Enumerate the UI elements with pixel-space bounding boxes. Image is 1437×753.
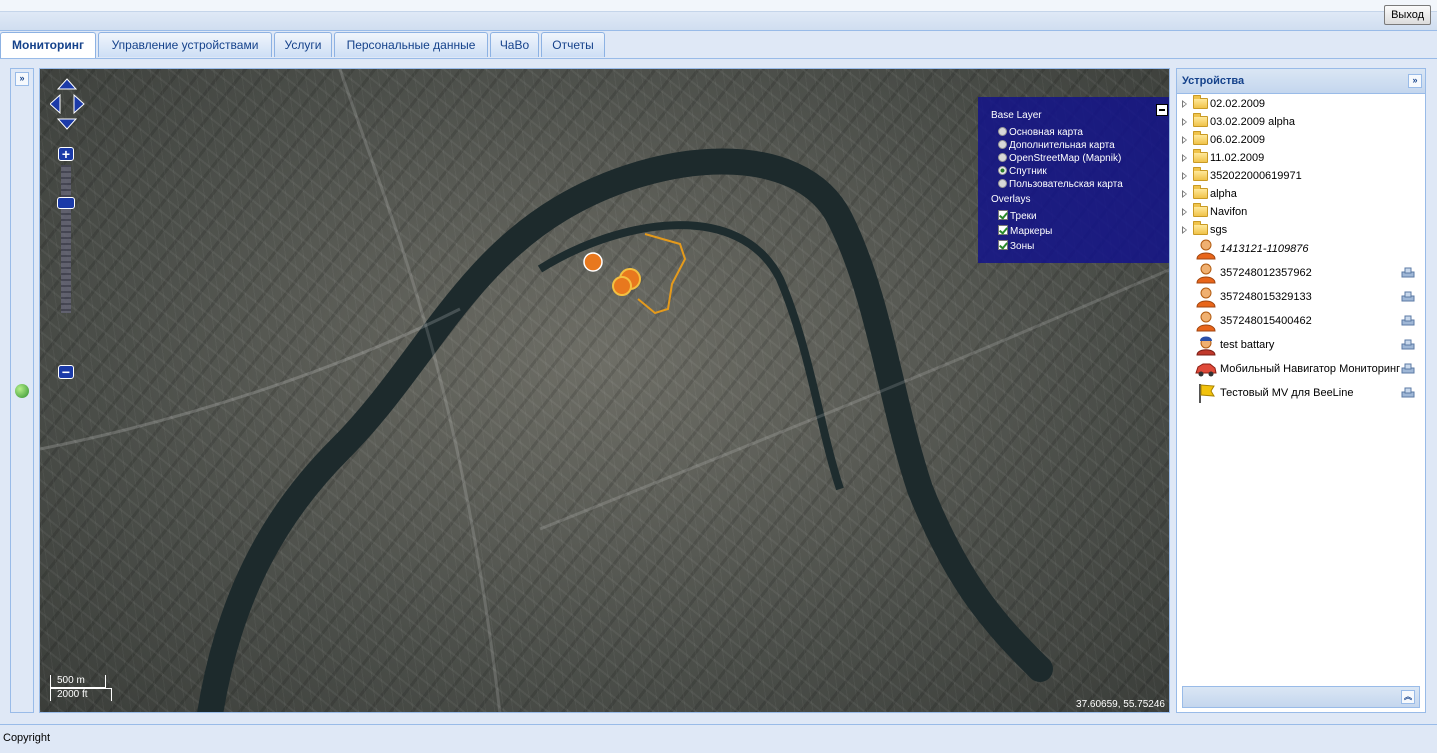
tree-folder[interactable]: 11.02.2009 xyxy=(1177,149,1425,167)
tree-folder[interactable]: 02.02.2009 xyxy=(1177,95,1425,113)
main-tabs: Мониторинг Управление устройствами Услуг… xyxy=(0,32,1437,59)
device-settings-icon[interactable] xyxy=(1401,315,1415,326)
expand-arrow-icon xyxy=(1182,118,1187,126)
expand-arrow-icon xyxy=(1182,136,1187,144)
devices-panel: Устройства » 02.02.2009 03.02.2009 alpha… xyxy=(1176,68,1426,713)
header-strip xyxy=(0,0,1437,12)
device-item[interactable]: 357248015329133 xyxy=(1177,285,1425,309)
zoom-slider-handle[interactable] xyxy=(57,197,75,209)
tab-services[interactable]: Услуги xyxy=(274,32,332,57)
tree-folder[interactable]: 06.02.2009 xyxy=(1177,131,1425,149)
expand-left-panel-icon[interactable]: » xyxy=(15,72,29,86)
device-item[interactable]: 357248012357962 xyxy=(1177,261,1425,285)
tree-folder[interactable]: alpha xyxy=(1177,185,1425,203)
tab-personal-data[interactable]: Персональные данные xyxy=(334,32,488,57)
logout-button[interactable]: Выход xyxy=(1384,5,1431,25)
folder-icon xyxy=(1193,131,1208,145)
tab-faq[interactable]: ЧаВо xyxy=(490,32,539,57)
folder-icon xyxy=(1193,221,1208,235)
device-settings-icon[interactable] xyxy=(1401,339,1415,350)
folder-icon xyxy=(1193,113,1208,127)
pan-control[interactable] xyxy=(50,77,90,137)
zoom-out-button[interactable]: − xyxy=(58,365,74,379)
overlay-checkbox-zones[interactable]: Зоны xyxy=(998,240,1034,253)
folder-icon xyxy=(1193,203,1208,217)
overlay-checkbox-markers[interactable]: Маркеры xyxy=(998,225,1052,238)
folder-icon xyxy=(1193,95,1208,109)
device-item[interactable]: Мобильный Навигатор Мониторинг xyxy=(1177,357,1425,381)
scale-imperial: 2000 ft xyxy=(50,688,112,701)
mouse-position: 37.60659, 55.75246 xyxy=(1076,699,1165,710)
tab-monitoring[interactable]: Мониторинг xyxy=(0,32,96,58)
base-layer-option[interactable]: OpenStreetMap (Mapnik) xyxy=(998,152,1121,165)
base-layer-option[interactable]: Дополнительная карта xyxy=(998,139,1115,152)
footer: Copyright xyxy=(0,724,1437,753)
zoom-in-button[interactable]: + xyxy=(58,147,74,161)
tree-folder[interactable]: 03.02.2009 alpha xyxy=(1177,113,1425,131)
base-layer-title: Base Layer xyxy=(991,110,1042,121)
tree-folder[interactable]: Navifon xyxy=(1177,203,1425,221)
person-icon xyxy=(1196,311,1216,332)
person-icon xyxy=(1196,263,1216,284)
globe-icon[interactable] xyxy=(15,384,29,398)
tab-reports[interactable]: Отчеты xyxy=(541,32,605,57)
expand-arrow-icon xyxy=(1182,100,1187,108)
device-item[interactable]: Тестовый MV для BeeLine xyxy=(1177,381,1425,405)
car-icon xyxy=(1195,363,1217,377)
base-layer-option[interactable]: Пользовательская карта xyxy=(998,178,1123,191)
expand-arrow-icon xyxy=(1182,226,1187,234)
left-collapsed-panel: » xyxy=(10,68,34,713)
device-item[interactable]: 1413121-1109876 xyxy=(1177,237,1425,261)
device-settings-icon[interactable] xyxy=(1401,291,1415,302)
person-icon xyxy=(1196,239,1216,260)
device-settings-icon[interactable] xyxy=(1401,363,1415,374)
device-item[interactable]: test battary xyxy=(1177,333,1425,357)
devices-panel-footer: ︽ xyxy=(1182,686,1420,708)
folder-icon xyxy=(1193,149,1208,163)
expand-arrow-icon xyxy=(1182,208,1187,216)
top-header: Выход xyxy=(0,0,1437,31)
overlay-checkbox-tracks[interactable]: Треки xyxy=(998,210,1037,223)
devices-panel-title: Устройства xyxy=(1182,75,1245,87)
folder-icon xyxy=(1193,167,1208,181)
scale-metric: 500 m xyxy=(50,675,106,688)
base-layer-option-selected[interactable]: Спутник xyxy=(998,165,1047,178)
folder-icon xyxy=(1193,185,1208,199)
flag-icon xyxy=(1199,384,1215,403)
device-settings-icon[interactable] xyxy=(1401,267,1415,278)
device-settings-icon[interactable] xyxy=(1401,387,1415,398)
person-icon xyxy=(1196,287,1216,308)
person-helmet-icon xyxy=(1196,336,1216,356)
layer-switcher-minimize-icon[interactable] xyxy=(1156,104,1168,116)
expand-arrow-icon xyxy=(1182,172,1187,180)
copyright-text: Copyright xyxy=(3,732,51,744)
device-item[interactable]: 357248015400462 xyxy=(1177,309,1425,333)
collapse-panel-icon[interactable]: » xyxy=(1408,74,1422,88)
expand-arrow-icon xyxy=(1182,154,1187,162)
layer-switcher: Base Layer Основная карта Дополнительная… xyxy=(978,97,1169,263)
expand-arrow-icon xyxy=(1182,190,1187,198)
devices-panel-header: Устройства » xyxy=(1177,69,1425,94)
tree-folder[interactable]: 352022000619971 xyxy=(1177,167,1425,185)
tab-device-management[interactable]: Управление устройствами xyxy=(98,32,272,57)
collapse-up-icon[interactable]: ︽ xyxy=(1401,690,1415,704)
base-layer-option[interactable]: Основная карта xyxy=(998,126,1083,139)
overlays-title: Overlays xyxy=(991,194,1031,205)
scale-line: 500 m 2000 ft xyxy=(50,675,112,701)
map-view[interactable]: + − Base Layer Основная карта Дополнител… xyxy=(39,68,1170,713)
zoom-bar[interactable] xyxy=(61,165,71,313)
